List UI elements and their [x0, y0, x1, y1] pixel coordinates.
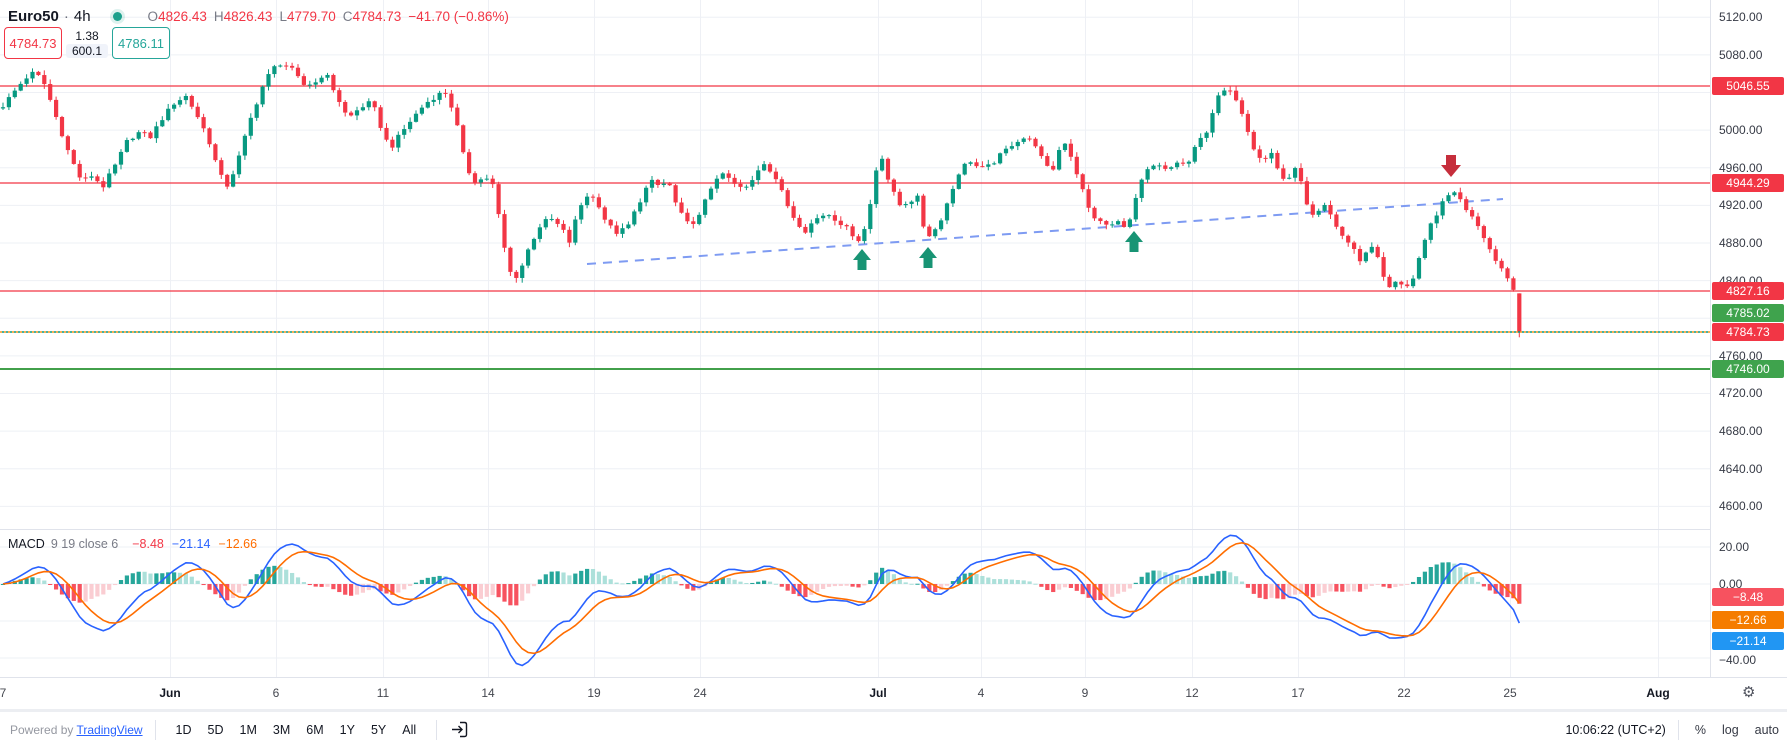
high-prefix: H: [214, 9, 224, 24]
log-scale-button[interactable]: log: [1722, 723, 1739, 737]
price-level-badge: 4784.73: [1712, 323, 1784, 341]
sell-bid-button[interactable]: 4784.73: [4, 27, 62, 59]
candlestick-series: [1, 62, 1521, 337]
macd-value-badge: −12.66: [1712, 611, 1784, 629]
toolbar-separator: [155, 720, 156, 740]
price-tick-label: 5000.00: [1719, 123, 1762, 137]
spread-value: 1.38: [75, 29, 98, 43]
range-button-5d[interactable]: 5D: [200, 720, 232, 740]
toolbar-separator: [436, 720, 437, 740]
price-tick-label: 4920.00: [1719, 198, 1762, 212]
macd-line-value: −21.14: [172, 537, 211, 551]
spread-info: 1.38 600.1: [64, 29, 110, 58]
range-button-5y[interactable]: 5Y: [363, 720, 394, 740]
toolbar-separator: [1678, 720, 1679, 740]
change-value: −41.70 (−0.86%): [408, 9, 509, 24]
go-to-date-glyph: [449, 719, 470, 740]
macd-signal-value: −12.66: [218, 537, 257, 551]
bid-ask-widget: 4784.73 1.38 600.1 4786.11: [4, 27, 170, 59]
powered-by: Powered by TradingView: [10, 723, 143, 737]
price-tick-label: 5120.00: [1719, 10, 1762, 24]
close-value: 4784.73: [353, 9, 402, 24]
time-axis-label: 19: [587, 678, 600, 708]
macd-value-badge: −8.48: [1712, 588, 1784, 606]
buy-signal-arrow-icon[interactable]: [1125, 231, 1143, 252]
buy-ask-button[interactable]: 4786.11: [112, 27, 170, 59]
interval-label[interactable]: 4h: [74, 8, 91, 25]
bottom-toolbar: Powered by TradingView 1D5D1M3M6M1Y5YAll…: [0, 712, 1787, 747]
macd-tick-label: −40.00: [1719, 653, 1756, 667]
price-tick-label: 4680.00: [1719, 424, 1762, 438]
clock-label: 10:06:22 (UTC+2): [1565, 723, 1665, 737]
powered-by-label: Powered by: [10, 723, 73, 737]
time-axis-label: Aug: [1646, 678, 1669, 708]
symbol-name[interactable]: Euro50: [8, 8, 59, 25]
chart-canvas[interactable]: [0, 0, 1710, 711]
price-tick-label: 4960.00: [1719, 161, 1762, 175]
range-button-all[interactable]: All: [394, 720, 424, 740]
macd-value-badge: −21.14: [1712, 632, 1784, 650]
time-axis-label: Jun: [159, 678, 180, 708]
low-prefix: L: [279, 9, 287, 24]
time-axis-label: 6: [273, 678, 280, 708]
ohlc-values: O4826.43H4826.43L4779.70C4784.73−41.70 (…: [148, 9, 509, 24]
time-axis-label: 22: [1397, 678, 1410, 708]
sell-signal-arrow-icon[interactable]: [1441, 155, 1461, 177]
price-tick-label: 4880.00: [1719, 236, 1762, 250]
price-level-badge: 4785.02: [1712, 304, 1784, 322]
time-axis-label: Jul: [869, 678, 886, 708]
open-value: 4826.43: [158, 9, 207, 24]
high-value: 4826.43: [224, 9, 273, 24]
price-tick-label: 4640.00: [1719, 462, 1762, 476]
range-button-1y[interactable]: 1Y: [332, 720, 363, 740]
time-axis-label: 4: [978, 678, 985, 708]
buy-signal-arrow-icon[interactable]: [853, 249, 871, 270]
price-tick-label: 4720.00: [1719, 386, 1762, 400]
price-tick-label: 4600.00: [1719, 499, 1762, 513]
macd-histogram-value: −8.48: [132, 537, 164, 551]
low-value: 4779.70: [287, 9, 336, 24]
time-axis-label: 25: [1503, 678, 1516, 708]
macd-tick-label: 20.00: [1719, 540, 1749, 554]
time-axis-label: 14: [481, 678, 494, 708]
time-axis-label: 17: [1291, 678, 1304, 708]
macd-header: MACD 9 19 close 6 −8.48 −21.14 −12.66: [8, 537, 257, 551]
macd-line: [3, 535, 1519, 665]
tradingview-link[interactable]: TradingView: [77, 723, 143, 737]
buy-signal-arrow-icon[interactable]: [919, 247, 937, 268]
time-axis-label: 12: [1185, 678, 1198, 708]
macd-series: [1, 535, 1521, 665]
tradingview-chart-app: Euro50 · 4h O4826.43H4826.43L4779.70C478…: [0, 0, 1787, 747]
macd-title[interactable]: MACD: [8, 537, 45, 551]
interval-separator: ·: [64, 8, 69, 25]
percent-scale-button[interactable]: %: [1695, 723, 1706, 737]
time-axis-label: 24: [693, 678, 706, 708]
range-button-1m[interactable]: 1M: [232, 720, 265, 740]
time-axis-label: 9: [1082, 678, 1089, 708]
price-level-badge: 4944.29: [1712, 174, 1784, 192]
close-prefix: C: [343, 9, 353, 24]
toolbar-right: 10:06:22 (UTC+2) % log auto: [1565, 712, 1779, 747]
range-button-1d[interactable]: 1D: [168, 720, 200, 740]
price-axis-divider: [1710, 0, 1711, 708]
time-axis[interactable]: ⚙ 7 Jun 6 11 14 19 24 Jul 4 9 12 17 22 25 Aug: [0, 677, 1787, 709]
symbol-header: Euro50 · 4h O4826.43H4826.43L4779.70C478…: [8, 8, 509, 25]
size-value: 600.1: [66, 44, 108, 58]
price-level-badge: 5046.55: [1712, 77, 1784, 95]
range-button-3m[interactable]: 3M: [265, 720, 298, 740]
price-level-badge: 4746.00: [1712, 360, 1784, 378]
time-axis-label: 11: [377, 678, 389, 708]
open-prefix: O: [148, 9, 159, 24]
go-to-date-icon[interactable]: [449, 719, 470, 740]
price-tick-label: 5080.00: [1719, 48, 1762, 62]
range-button-6m[interactable]: 6M: [298, 720, 331, 740]
time-axis-gear-icon[interactable]: ⚙: [1742, 678, 1755, 708]
macd-params: 9 19 close 6: [51, 537, 118, 551]
auto-scale-button[interactable]: auto: [1755, 723, 1779, 737]
price-level-badge: 4827.16: [1712, 282, 1784, 300]
time-axis-label: 7: [0, 678, 6, 708]
range-buttons: 1D5D1M3M6M1Y5YAll: [168, 723, 425, 737]
market-status-icon: [113, 12, 122, 21]
